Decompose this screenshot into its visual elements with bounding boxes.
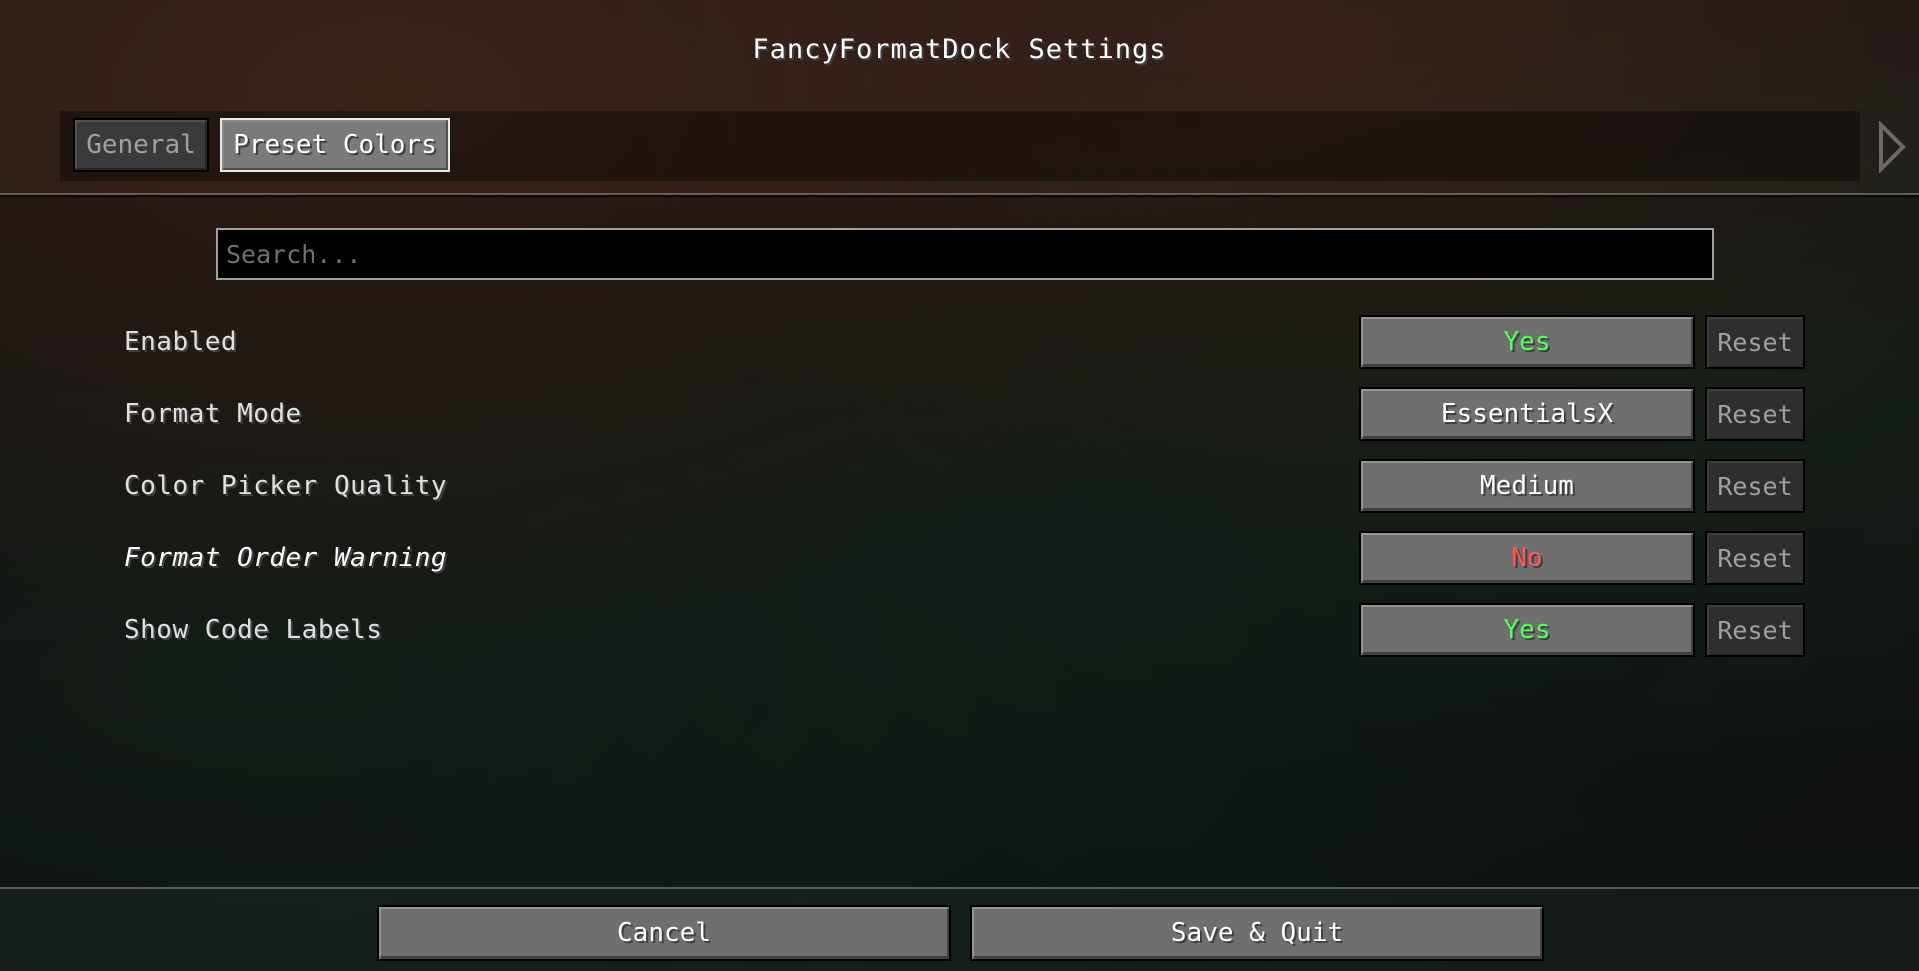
tab-bar: General Preset Colors bbox=[60, 111, 1860, 181]
option-row-color-picker-quality: Color Picker Quality Medium Reset bbox=[0, 459, 1919, 515]
save-quit-button[interactable]: Save & Quit bbox=[970, 905, 1544, 961]
page-title: FancyFormatDock Settings bbox=[752, 34, 1167, 65]
option-row-enabled: Enabled Yes Reset bbox=[0, 315, 1919, 371]
option-value-button[interactable]: No bbox=[1359, 531, 1695, 585]
option-value-button[interactable]: Yes bbox=[1359, 603, 1695, 657]
reset-button[interactable]: Reset bbox=[1705, 387, 1805, 441]
cancel-button[interactable]: Cancel bbox=[377, 905, 951, 961]
option-row-format-mode: Format Mode EssentialsX Reset bbox=[0, 387, 1919, 443]
reset-button[interactable]: Reset bbox=[1705, 459, 1805, 513]
option-label: Enabled bbox=[124, 327, 238, 357]
option-label: Show Code Labels bbox=[124, 615, 383, 645]
chevron-right-icon[interactable] bbox=[1876, 119, 1908, 175]
reset-button[interactable]: Reset bbox=[1705, 603, 1805, 657]
option-value-button[interactable]: Medium bbox=[1359, 459, 1695, 513]
footer-divider bbox=[0, 887, 1919, 889]
search-input[interactable] bbox=[216, 228, 1714, 280]
option-row-show-code-labels: Show Code Labels Yes Reset bbox=[0, 603, 1919, 659]
option-value-button[interactable]: Yes bbox=[1359, 315, 1695, 369]
option-row-format-order-warning: Format Order Warning No Reset bbox=[0, 531, 1919, 587]
reset-button[interactable]: Reset bbox=[1705, 531, 1805, 585]
option-label: Format Mode bbox=[124, 399, 302, 429]
option-label: Format Order Warning bbox=[124, 543, 448, 573]
option-label: Color Picker Quality bbox=[124, 471, 448, 501]
option-value-button[interactable]: EssentialsX bbox=[1359, 387, 1695, 441]
reset-button[interactable]: Reset bbox=[1705, 315, 1805, 369]
tab-preset-colors[interactable]: Preset Colors bbox=[220, 118, 450, 172]
tab-general[interactable]: General bbox=[73, 118, 209, 172]
